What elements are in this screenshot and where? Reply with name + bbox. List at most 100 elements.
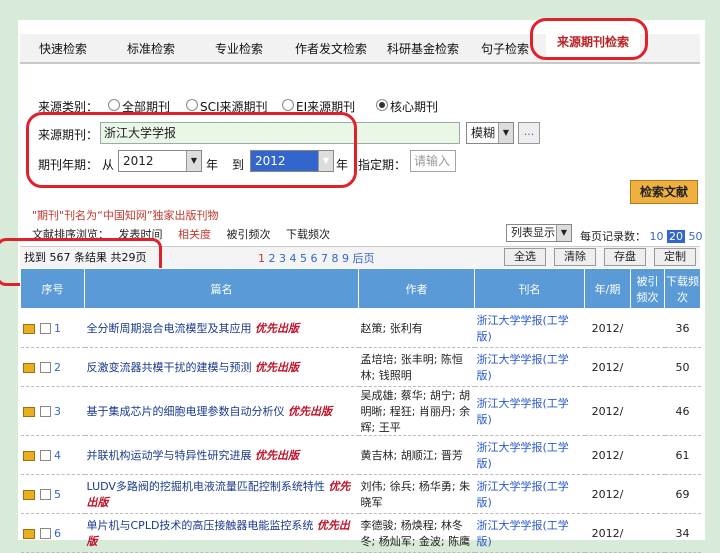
source-cell[interactable]: 浙江大学学报(工学版) bbox=[474, 386, 585, 436]
tab-quick-search[interactable]: 快速检索 bbox=[28, 38, 98, 60]
row-number: 1 bbox=[54, 321, 61, 335]
per-page-50[interactable]: 50 bbox=[689, 230, 703, 243]
table-row: 4 并联机构运动学与特异性研究进展 优先出版 黄吉林; 胡顺江; 晋芳 浙江大学学报(… bbox=[20, 435, 701, 475]
cited-cell bbox=[630, 308, 665, 348]
source-cell[interactable]: 浙江大学学报(工学版) bbox=[474, 435, 585, 475]
per-page-label: 每页记录数： bbox=[580, 230, 646, 243]
radio-sci[interactable] bbox=[186, 99, 198, 111]
article-title-link[interactable]: 全分断周期混合电流模型及其应用 bbox=[87, 322, 252, 335]
next-page-link[interactable]: 后页 bbox=[353, 252, 375, 265]
cited-cell bbox=[630, 513, 665, 553]
row-number: 4 bbox=[54, 448, 61, 462]
page-3[interactable]: 3 bbox=[279, 252, 286, 265]
sort-by-relevance[interactable]: 相关度 bbox=[178, 228, 211, 241]
radio-core-label: 核心期刊 bbox=[390, 100, 439, 114]
authors-cell[interactable]: 吴成雄; 蔡华; 胡宁; 胡明晰; 程狂; 肖丽丹; 余辉; 王平 bbox=[358, 386, 475, 436]
row-number: 6 bbox=[54, 526, 61, 540]
search-button[interactable]: 检索文献 bbox=[630, 180, 698, 204]
row-number: 5 bbox=[54, 487, 61, 501]
article-title-link[interactable]: 单片机与CPLD技术的高压接触器电能监控系统 bbox=[87, 519, 314, 532]
more-journals-button[interactable]: ... bbox=[518, 122, 540, 144]
source-cell[interactable]: 浙江大学学报(工学版) bbox=[474, 308, 585, 348]
row-number-cell: 4 bbox=[20, 435, 85, 475]
match-mode-value: 模糊 bbox=[471, 126, 496, 140]
downloads-cell[interactable]: 34 bbox=[664, 513, 701, 553]
radio-core[interactable] bbox=[376, 99, 388, 111]
page-7[interactable]: 7 bbox=[321, 252, 328, 265]
chevron-down-icon: ▼ bbox=[556, 225, 571, 241]
display-mode-select[interactable]: 列表显示 ▼ bbox=[506, 224, 572, 242]
match-mode-select[interactable]: 模糊 ▼ bbox=[466, 122, 514, 144]
row-number-cell: 2 bbox=[20, 347, 85, 387]
row-checkbox[interactable] bbox=[39, 323, 51, 334]
customize-button[interactable]: 定制 bbox=[654, 248, 696, 266]
source-cell[interactable]: 浙江大学学报(工学版) bbox=[474, 513, 585, 553]
downloads-cell[interactable]: 46 bbox=[664, 386, 701, 436]
page-1[interactable]: 1 bbox=[258, 252, 265, 265]
save-button[interactable]: 存盘 bbox=[604, 248, 646, 266]
radio-ei[interactable] bbox=[282, 99, 294, 111]
page-9[interactable]: 9 bbox=[342, 252, 349, 265]
priority-publish-tag: 优先出版 bbox=[255, 449, 299, 462]
authors-cell[interactable]: 赵策; 张利有 bbox=[358, 308, 475, 348]
tab-author-search[interactable]: 作者发文检索 bbox=[286, 38, 376, 60]
page-2[interactable]: 2 bbox=[269, 252, 276, 265]
article-title-link[interactable]: 并联机构运动学与特异性研究进展 bbox=[87, 449, 252, 462]
clear-button[interactable]: 清除 bbox=[554, 248, 596, 266]
row-checkbox[interactable] bbox=[39, 406, 51, 417]
table-row: 2 反激变流器共模干扰的建模与预测 优先出版 孟培培; 张丰明; 陈恒林; 钱照明浙… bbox=[20, 347, 701, 387]
issue-label: 指定期： bbox=[358, 158, 407, 172]
page-8[interactable]: 8 bbox=[332, 252, 339, 265]
highlight-ring-form bbox=[26, 112, 357, 188]
authors-cell[interactable]: 李德骏; 杨焕程; 林冬冬; 杨灿军; 金波; 陈鹰 bbox=[358, 513, 475, 553]
select-all-button[interactable]: 全选 bbox=[504, 248, 546, 266]
downloads-cell[interactable]: 69 bbox=[664, 474, 701, 514]
col-header-downloads[interactable]: 下载频次 bbox=[664, 268, 701, 309]
col-header-authors: 作者 bbox=[358, 268, 475, 309]
pagination: 1 2 3 4 5 6 7 8 9 后页 bbox=[258, 250, 375, 266]
issue-input[interactable]: 请输入 bbox=[410, 150, 456, 172]
tab-standard-search[interactable]: 标准检索 bbox=[116, 38, 186, 60]
row-checkbox[interactable] bbox=[39, 362, 51, 373]
tab-professional-search[interactable]: 专业检索 bbox=[204, 38, 274, 60]
sort-by-citations[interactable]: 被引频次 bbox=[227, 228, 271, 241]
col-header-year: 年/期 bbox=[584, 268, 631, 309]
priority-publish-tag: 优先出版 bbox=[288, 405, 332, 418]
authors-cell[interactable]: 刘伟; 徐兵; 杨华勇; 朱晓军 bbox=[358, 474, 475, 514]
table-header-row: 序号 篇名 作者 刊名 年/期 被引频次 下载频次 bbox=[20, 268, 701, 309]
cited-cell bbox=[630, 435, 665, 475]
downloads-cell[interactable]: 50 bbox=[664, 347, 701, 387]
row-number: 3 bbox=[54, 404, 61, 418]
authors-cell[interactable]: 黄吉林; 胡顺江; 晋芳 bbox=[358, 435, 475, 475]
results-table: 序号 篇名 作者 刊名 年/期 被引频次 下载频次 1 全分断周期混合电流模型及其… bbox=[20, 268, 701, 553]
article-title-link[interactable]: LUDV多路阀的挖掘机电液流量匹配控制系统特性 bbox=[87, 480, 325, 493]
radio-all-journals[interactable] bbox=[108, 99, 120, 111]
priority-publish-tag: 优先出版 bbox=[255, 361, 299, 374]
sort-by-downloads[interactable]: 下载频次 bbox=[286, 228, 330, 241]
folder-icon bbox=[22, 406, 35, 417]
col-header-title: 篇名 bbox=[84, 268, 359, 309]
year-cell: 2012/ bbox=[584, 347, 631, 387]
row-checkbox[interactable] bbox=[39, 450, 51, 461]
downloads-cell[interactable]: 36 bbox=[664, 308, 701, 348]
page-6[interactable]: 6 bbox=[311, 252, 318, 265]
folder-icon bbox=[22, 450, 35, 461]
downloads-cell[interactable]: 61 bbox=[664, 435, 701, 475]
page-5[interactable]: 5 bbox=[300, 252, 307, 265]
per-page-20[interactable]: 20 bbox=[667, 230, 685, 243]
col-header-cited[interactable]: 被引频次 bbox=[630, 268, 665, 309]
source-cell[interactable]: 浙江大学学报(工学版) bbox=[474, 474, 585, 514]
row-number: 2 bbox=[54, 360, 61, 374]
highlight-ring-tab bbox=[530, 18, 648, 60]
article-title-link[interactable]: 反激变流器共模干扰的建模与预测 bbox=[87, 361, 252, 374]
article-title-link[interactable]: 基于集成芯片的细胞电理参数自动分析仪 bbox=[87, 405, 285, 418]
authors-cell[interactable]: 孟培培; 张丰明; 陈恒林; 钱照明 bbox=[358, 347, 475, 387]
row-number-cell: 5 bbox=[20, 474, 85, 514]
source-cell[interactable]: 浙江大学学报(工学版) bbox=[474, 347, 585, 387]
row-checkbox[interactable] bbox=[39, 489, 51, 500]
title-cell: 基于集成芯片的细胞电理参数自动分析仪 优先出版 bbox=[84, 386, 359, 436]
tab-fund-search[interactable]: 科研基金检索 bbox=[378, 38, 468, 60]
per-page-10[interactable]: 10 bbox=[650, 230, 664, 243]
row-checkbox[interactable] bbox=[39, 528, 51, 539]
page-4[interactable]: 4 bbox=[290, 252, 297, 265]
